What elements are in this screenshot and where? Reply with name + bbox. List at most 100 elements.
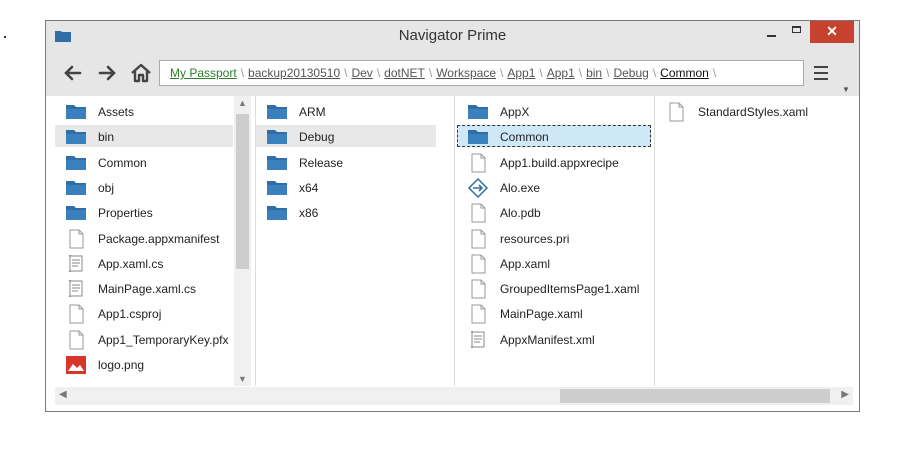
file-icon — [65, 330, 87, 350]
minimize-button[interactable] — [761, 21, 781, 43]
list-item-label: logo.png — [98, 358, 145, 372]
breadcrumb-separator: \ — [500, 66, 504, 80]
list-item[interactable]: Release — [256, 151, 436, 173]
list-item-label: Package.appxmanifest — [98, 231, 220, 246]
list-item-label: AppX — [500, 105, 530, 119]
list-item[interactable]: Assets — [55, 100, 233, 122]
list-item[interactable]: Alo.exe — [457, 176, 651, 198]
forward-arrow-icon[interactable] — [94, 60, 120, 86]
file-icon — [467, 279, 489, 299]
list-item[interactable]: Properties — [55, 201, 233, 223]
folder-icon — [266, 102, 288, 122]
scroll-up-icon[interactable]: ▲ — [234, 98, 251, 108]
breadcrumb-item[interactable]: Dev — [351, 66, 372, 80]
hamburger-menu-icon[interactable] — [810, 64, 832, 82]
list-item-label: ARM — [299, 105, 326, 119]
breadcrumb-separator: \ — [240, 66, 245, 80]
list-item[interactable]: GroupedItemsPage1.xaml — [457, 277, 651, 299]
script-file-icon — [65, 254, 87, 274]
script-file-icon — [65, 279, 87, 299]
list-item[interactable]: App1_TemporaryKey.pfx — [55, 328, 233, 350]
list-item[interactable]: bin — [55, 125, 233, 148]
folder-icon — [467, 127, 489, 147]
maximize-button[interactable] — [786, 21, 808, 43]
list-item[interactable]: Common — [55, 151, 233, 173]
folder-icon — [266, 203, 288, 223]
column-3: AppX Common App1.build.appxrecipe Alo.exe Al… — [454, 96, 652, 386]
list-item[interactable]: Alo.pdb — [457, 201, 651, 223]
file-icon — [65, 229, 87, 249]
list-item-label: App.xaml — [500, 256, 551, 271]
breadcrumb-separator: \ — [578, 66, 583, 80]
breadcrumb-item[interactable]: Debug — [613, 66, 648, 80]
close-icon: ✕ — [826, 23, 838, 39]
list-item[interactable]: Package.appxmanifest — [55, 227, 233, 249]
file-icon — [467, 153, 489, 173]
close-button[interactable]: ✕ — [810, 21, 854, 43]
breadcrumb[interactable]: My Passport \ backup20130510 \ Dev \ dotNET \ Wo… — [159, 60, 804, 86]
list-item[interactable]: MainPage.xaml.cs — [55, 277, 233, 299]
folder-icon — [65, 102, 87, 122]
list-item-label: Release — [299, 155, 344, 170]
folder-icon — [266, 178, 288, 198]
scroll-thumb[interactable] — [236, 114, 249, 269]
list-item[interactable]: x64 — [256, 176, 436, 198]
dropdown-arrow-icon[interactable]: ▼ — [842, 85, 850, 94]
horizontal-scrollbar[interactable]: ◀ ▶ — [55, 387, 853, 405]
scroll-left-icon[interactable]: ◀ — [59, 389, 67, 400]
list-item-label: bin — [98, 130, 115, 145]
list-item[interactable]: logo.png — [55, 353, 233, 375]
breadcrumb-item[interactable]: Workspace — [436, 66, 496, 80]
breadcrumb-item[interactable]: App1 — [547, 66, 575, 80]
script-file-icon — [467, 330, 489, 350]
home-icon[interactable] — [128, 60, 154, 86]
list-item-label: AppxManifest.xml — [500, 332, 595, 347]
list-item[interactable]: App.xaml.cs — [55, 252, 233, 274]
list-item[interactable]: App1.build.appxrecipe — [457, 151, 651, 173]
list-item-label: App1.build.appxrecipe — [500, 155, 619, 170]
list-item-label: Properties — [98, 206, 153, 221]
column-browser: Assets bin Common obj Properties Package.appx… — [46, 96, 859, 411]
list-item[interactable]: App.xaml — [457, 252, 651, 274]
column-2: ARM Debug Release x64 x86 — [255, 96, 453, 386]
scroll-thumb[interactable] — [560, 389, 830, 403]
list-item-label: obj — [98, 180, 115, 195]
list-item-label: MainPage.xaml.cs — [98, 282, 197, 297]
list-item[interactable]: Debug — [256, 125, 436, 148]
list-item[interactable]: MainPage.xaml — [457, 302, 651, 324]
file-icon — [467, 203, 489, 223]
list-item[interactable]: Common — [457, 125, 651, 148]
list-item[interactable]: x86 — [256, 201, 436, 223]
list-item-label: Alo.exe — [500, 180, 541, 195]
back-arrow-icon[interactable] — [60, 60, 86, 86]
breadcrumb-item[interactable]: Common — [660, 66, 709, 80]
column-1: Assets bin Common obj Properties Package.appx… — [55, 96, 253, 386]
folder-icon — [467, 102, 489, 122]
toolbar: My Passport \ backup20130510 \ Dev \ dotNET \ Wo… — [46, 51, 859, 96]
scroll-right-icon[interactable]: ▶ — [841, 389, 849, 400]
breadcrumb-item[interactable]: bin — [586, 66, 602, 80]
folder-icon — [65, 127, 87, 147]
list-item[interactable]: AppX — [457, 100, 651, 122]
folder-icon — [266, 153, 288, 173]
file-icon — [467, 304, 489, 324]
list-item-label: x64 — [299, 180, 319, 195]
list-item[interactable]: App1.csproj — [55, 302, 233, 324]
breadcrumb-item[interactable]: dotNET — [384, 66, 425, 80]
scroll-down-icon[interactable]: ▼ — [234, 374, 251, 384]
list-item[interactable]: ARM — [256, 100, 436, 122]
breadcrumb-item[interactable]: My Passport — [170, 66, 237, 80]
breadcrumb-item[interactable]: backup20130510 — [248, 66, 340, 80]
list-item[interactable]: AppxManifest.xml — [457, 328, 651, 350]
list-item[interactable]: resources.pri — [457, 227, 651, 249]
file-icon — [65, 304, 87, 324]
list-item-label: Assets — [98, 105, 135, 119]
list-item-label: App1.csproj — [98, 307, 162, 322]
list-item-label: GroupedItemsPage1.xaml — [500, 282, 640, 297]
list-item[interactable]: StandardStyles.xaml — [655, 100, 835, 122]
title-bar[interactable]: Navigator Prime ✕ — [46, 21, 859, 51]
file-icon — [665, 102, 687, 122]
breadcrumb-item[interactable]: App1 — [507, 66, 535, 80]
list-item[interactable]: obj — [55, 176, 233, 198]
column-1-vertical-scrollbar[interactable]: ▲ ▼ — [234, 96, 251, 386]
